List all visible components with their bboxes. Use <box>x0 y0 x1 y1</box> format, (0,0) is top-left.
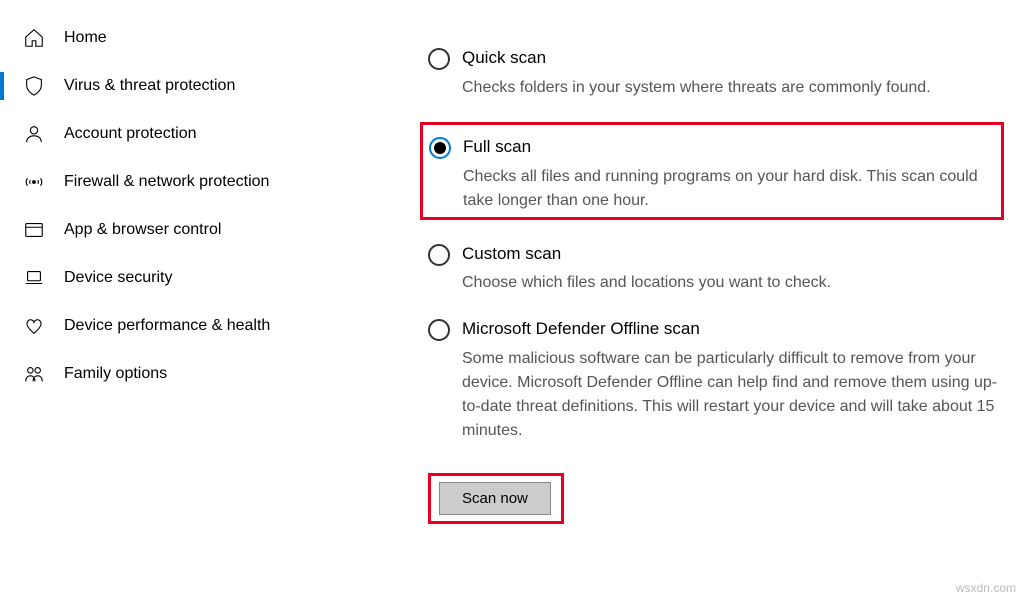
option-title: Custom scan <box>462 242 1004 266</box>
option-desc: Some malicious software can be particula… <box>462 347 1004 443</box>
sidebar-item-device-performance[interactable]: Device performance & health <box>0 302 390 350</box>
family-icon <box>20 360 48 388</box>
main-content: Quick scan Checks folders in your system… <box>390 0 1024 599</box>
highlight-scan-now: Scan now <box>428 473 564 524</box>
heart-icon <box>20 312 48 340</box>
scan-option-quick[interactable]: Quick scan Checks folders in your system… <box>428 46 1004 100</box>
radio-custom[interactable] <box>428 244 450 266</box>
radio-offline[interactable] <box>428 319 450 341</box>
sidebar-item-label: Home <box>64 29 107 47</box>
watermark: wsxdn.com <box>956 581 1016 595</box>
sidebar-item-virus-threat[interactable]: Virus & threat protection <box>0 62 390 110</box>
sidebar-item-home[interactable]: Home <box>0 14 390 62</box>
laptop-icon <box>20 264 48 292</box>
person-icon <box>20 120 48 148</box>
option-title: Full scan <box>463 135 995 159</box>
option-title: Quick scan <box>462 46 1004 70</box>
sidebar-item-label: Account protection <box>64 125 197 143</box>
radio-full[interactable] <box>429 137 451 159</box>
sidebar-item-label: Device security <box>64 269 172 287</box>
antenna-icon <box>20 168 48 196</box>
sidebar-item-label: Device performance & health <box>64 317 270 335</box>
highlight-full-scan: Full scan Checks all files and running p… <box>420 122 1004 220</box>
scan-option-offline[interactable]: Microsoft Defender Offline scan Some mal… <box>428 317 1004 443</box>
scan-now-button[interactable]: Scan now <box>439 482 551 515</box>
option-title: Microsoft Defender Offline scan <box>462 317 1004 341</box>
sidebar-item-family[interactable]: Family options <box>0 350 390 398</box>
option-desc: Choose which files and locations you wan… <box>462 271 1004 295</box>
sidebar-item-label: Family options <box>64 365 167 383</box>
shield-icon <box>20 72 48 100</box>
option-desc: Checks all files and running programs on… <box>463 165 995 213</box>
browser-icon <box>20 216 48 244</box>
option-desc: Checks folders in your system where thre… <box>462 76 1004 100</box>
sidebar-item-device-security[interactable]: Device security <box>0 254 390 302</box>
sidebar: Home Virus & threat protection Account p… <box>0 0 390 599</box>
home-icon <box>20 24 48 52</box>
sidebar-item-app-browser[interactable]: App & browser control <box>0 206 390 254</box>
sidebar-item-account[interactable]: Account protection <box>0 110 390 158</box>
sidebar-item-label: Virus & threat protection <box>64 77 235 95</box>
sidebar-item-label: Firewall & network protection <box>64 173 269 191</box>
sidebar-item-label: App & browser control <box>64 221 221 239</box>
radio-quick[interactable] <box>428 48 450 70</box>
sidebar-item-firewall[interactable]: Firewall & network protection <box>0 158 390 206</box>
scan-option-full[interactable]: Full scan Checks all files and running p… <box>429 135 995 213</box>
scan-option-custom[interactable]: Custom scan Choose which files and locat… <box>428 242 1004 296</box>
